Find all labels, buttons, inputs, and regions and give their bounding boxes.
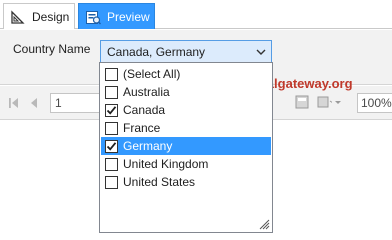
option-checkbox[interactable] (105, 68, 118, 81)
option-checkbox[interactable] (105, 122, 118, 135)
option-canada[interactable]: Canada (101, 101, 271, 119)
option-label: (Select All) (123, 67, 181, 81)
option-checkbox[interactable] (105, 86, 118, 99)
option-checkbox-checked[interactable] (105, 140, 118, 153)
first-page-icon[interactable] (8, 97, 20, 109)
option-united-states[interactable]: United States (101, 173, 271, 191)
country-options-dropdown: (Select All) Australia Canada France Ger… (99, 62, 273, 233)
option-france[interactable]: France (101, 119, 271, 137)
checkmark-icon (106, 142, 117, 151)
tab-preview[interactable]: Preview (78, 3, 155, 29)
tab-design[interactable]: Design (3, 3, 75, 29)
chevron-down-icon[interactable] (256, 46, 266, 56)
export-dropdown-icon[interactable] (333, 94, 343, 110)
tab-design-label: Design (32, 9, 70, 24)
design-ruler-icon (10, 9, 26, 25)
option-australia[interactable]: Australia (101, 83, 271, 101)
option-checkbox[interactable] (105, 176, 118, 189)
previous-page-icon[interactable] (28, 97, 40, 109)
view-tabstrip: Design Preview (0, 0, 392, 29)
option-label: United States (123, 175, 196, 189)
preview-report-icon (85, 9, 102, 25)
checkmark-icon (106, 106, 117, 115)
option-label: United Kingdom (123, 157, 209, 171)
tab-preview-label: Preview (107, 9, 150, 24)
option-label: Australia (123, 85, 170, 99)
option-united-kingdom[interactable]: United Kingdom (101, 155, 271, 173)
option-label: Canada (123, 103, 166, 117)
option-checkbox[interactable] (105, 158, 118, 171)
option-select-all[interactable]: (Select All) (101, 65, 271, 83)
page-setup-icon[interactable] (294, 94, 310, 110)
resize-grip-icon[interactable] (258, 218, 270, 230)
country-name-value: Canada, Germany (107, 45, 206, 59)
option-label: Germany (123, 139, 173, 153)
country-name-label: Country Name (13, 42, 91, 56)
export-icon[interactable] (316, 94, 334, 110)
option-checkbox-checked[interactable] (105, 104, 118, 117)
option-germany[interactable]: Germany (101, 137, 271, 155)
country-name-combobox[interactable]: Canada, Germany (100, 40, 272, 63)
zoom-select[interactable]: 100% (357, 93, 392, 113)
option-label: France (123, 121, 161, 135)
